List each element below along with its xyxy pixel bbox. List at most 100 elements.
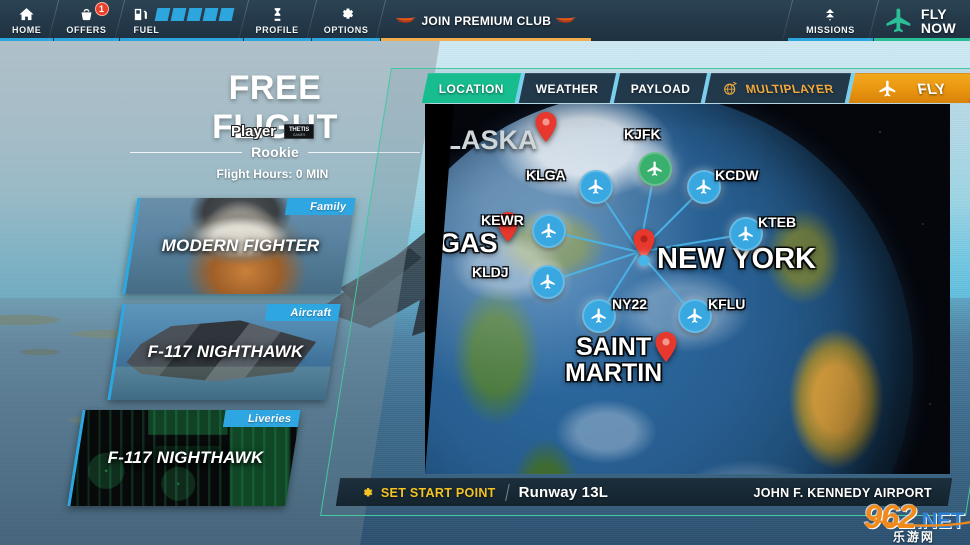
- join-premium-club-button[interactable]: JOIN PREMIUM CLUB: [381, 0, 592, 41]
- tab-text: FLY: [915, 80, 948, 97]
- nav-item-label: OFFERS: [66, 25, 107, 35]
- wings-icon: [555, 17, 577, 23]
- nav-underline: [311, 38, 381, 41]
- set-start-point-button[interactable]: SET START POINT: [360, 486, 496, 500]
- premium-underline: [381, 38, 592, 41]
- tab-location[interactable]: LOCATION: [421, 73, 522, 103]
- fuel-bar: [154, 8, 170, 21]
- map-pin-new-york[interactable]: [633, 229, 655, 259]
- card-liveries[interactable]: F-117 NIGHTHAWK Liveries: [67, 410, 301, 506]
- airplane-icon: [647, 161, 662, 176]
- set-start-point-label: SET START POINT: [380, 485, 496, 500]
- fuel-bar: [170, 8, 186, 21]
- fly-now-line1: FLY: [920, 5, 947, 22]
- status-divider: [504, 484, 510, 501]
- nav-item-options[interactable]: OPTIONS: [311, 0, 381, 41]
- flight-sim-free-flight-screen: FREE FLIGHT Player THETIS GAMES Rookie F…: [0, 0, 970, 545]
- nav-item-label: PROFILE: [255, 25, 299, 35]
- gear-icon: [342, 8, 353, 19]
- offers-badge-count: 1: [94, 2, 109, 16]
- nav-item-label: FUEL: [133, 25, 160, 35]
- card-aircraft-title: F-117 NIGHTHAWK: [147, 342, 304, 361]
- airport-node-kcdw[interactable]: [687, 170, 721, 204]
- airplane-icon: [687, 308, 702, 323]
- fuel-bar: [218, 8, 234, 21]
- fly-now-underline: [873, 38, 970, 41]
- tab-label: FLY: [878, 79, 948, 99]
- rank-divider-left: [130, 151, 243, 153]
- airplane-icon: [591, 308, 606, 323]
- tab-weather[interactable]: WEATHER: [518, 73, 616, 103]
- profile-icon: [274, 8, 280, 21]
- fly-now-button[interactable]: FLY NOW: [873, 0, 970, 41]
- map-pin-alaska[interactable]: [535, 112, 557, 142]
- top-navigation-bar: HOME OFFERS 1 FUEL PROFILE OPTIONS JOIN PREMIU…: [0, 0, 970, 41]
- player-rank: Rookie: [251, 144, 299, 160]
- home-icon: [19, 8, 34, 21]
- nav-item-label: HOME: [12, 25, 42, 35]
- wings-icon: [395, 17, 417, 23]
- card-liveries-title: F-117 NIGHTHAWK: [107, 448, 264, 467]
- route-lines: [547, 168, 747, 317]
- tab-multiplayer[interactable]: MULTIPLAYER: [704, 73, 851, 103]
- nav-item-missions[interactable]: MISSIONS: [788, 0, 873, 41]
- player-name: Player: [230, 123, 277, 140]
- map-pin-kewr[interactable]: [497, 212, 519, 242]
- airplane-icon: [738, 226, 753, 241]
- fuel-level-bars: [154, 8, 234, 21]
- nav-item-label: OPTIONS: [323, 25, 369, 35]
- card-aircraft[interactable]: F-117 NIGHTHAWK Aircraft: [107, 304, 341, 400]
- watermark-swoosh-icon: [869, 517, 970, 527]
- airplane-icon: [696, 179, 711, 194]
- nav-item-label: MISSIONS: [806, 25, 855, 35]
- tab-label: LOCATION: [438, 81, 504, 96]
- start-point-status-bar: SET START POINT Runway 13L JOHN F. KENNE…: [335, 478, 953, 506]
- fuel-bar: [186, 8, 202, 21]
- airplane-icon: [886, 8, 911, 32]
- tab-label: PAYLOAD: [630, 81, 690, 96]
- map-pin-saint-martin[interactable]: [655, 332, 677, 362]
- nav-item-offers[interactable]: OFFERS 1: [54, 0, 119, 41]
- tab-payload[interactable]: PAYLOAD: [613, 73, 708, 103]
- fuel-icon: [134, 8, 147, 21]
- airport-node-klga[interactable]: [579, 170, 613, 204]
- fly-now-labels: FLY NOW: [921, 7, 956, 35]
- nav-item-home[interactable]: HOME: [0, 0, 54, 41]
- card-liveries-label: Liveries: [222, 410, 301, 427]
- fuel-bar: [202, 8, 218, 21]
- studio-logo-badge: THETIS GAMES: [284, 124, 315, 139]
- airplane-icon: [879, 80, 896, 96]
- basket-icon: [81, 8, 92, 21]
- runway-value: Runway 13L: [518, 484, 609, 501]
- globe-multiplayer-icon: [724, 81, 738, 95]
- airplane-icon: [540, 274, 555, 289]
- fly-now-line2: NOW: [920, 19, 956, 36]
- chevrons-up-icon: [826, 8, 835, 20]
- airport-node-kteb[interactable]: [729, 217, 763, 251]
- card-family-title: MODERN FIGHTER: [161, 236, 320, 255]
- tab-fly[interactable]: FLY: [848, 73, 970, 103]
- airport-node-ny22[interactable]: [582, 299, 616, 333]
- airport-node-kldj[interactable]: [531, 265, 565, 299]
- missions-underline: [788, 38, 873, 41]
- airplane-icon: [541, 223, 556, 238]
- studio-logo-bottom: GAMES: [292, 132, 306, 137]
- airplane-icon: [588, 179, 603, 194]
- airport-node-kjfk[interactable]: [638, 152, 672, 186]
- airport-node-kewr[interactable]: [532, 214, 566, 248]
- tab-text: MULTIPLAYER: [744, 81, 836, 96]
- nav-underline: [0, 38, 54, 41]
- globe-map[interactable]: ALASKAVEGASNEW YORKSAINTMARTINKJFKKLGAKC…: [425, 104, 950, 474]
- nav-underline: [54, 38, 119, 41]
- nav-underline: [243, 38, 311, 41]
- nav-underline: [119, 38, 243, 41]
- site-watermark: 962 .NET 乐游网: [864, 500, 970, 543]
- location-tab-bar: LOCATION WEATHER PAYLOAD MULTIPLAYER FLY: [421, 73, 970, 103]
- location-panel: LOCATION WEATHER PAYLOAD MULTIPLAYER FLY ALA…: [320, 60, 970, 520]
- join-premium-club-label: JOIN PREMIUM CLUB: [421, 13, 552, 28]
- nav-item-fuel[interactable]: FUEL: [119, 0, 243, 41]
- tab-label: MULTIPLAYER: [722, 80, 836, 97]
- airport-node-kflu[interactable]: [678, 299, 712, 333]
- nav-item-profile[interactable]: PROFILE: [243, 0, 311, 41]
